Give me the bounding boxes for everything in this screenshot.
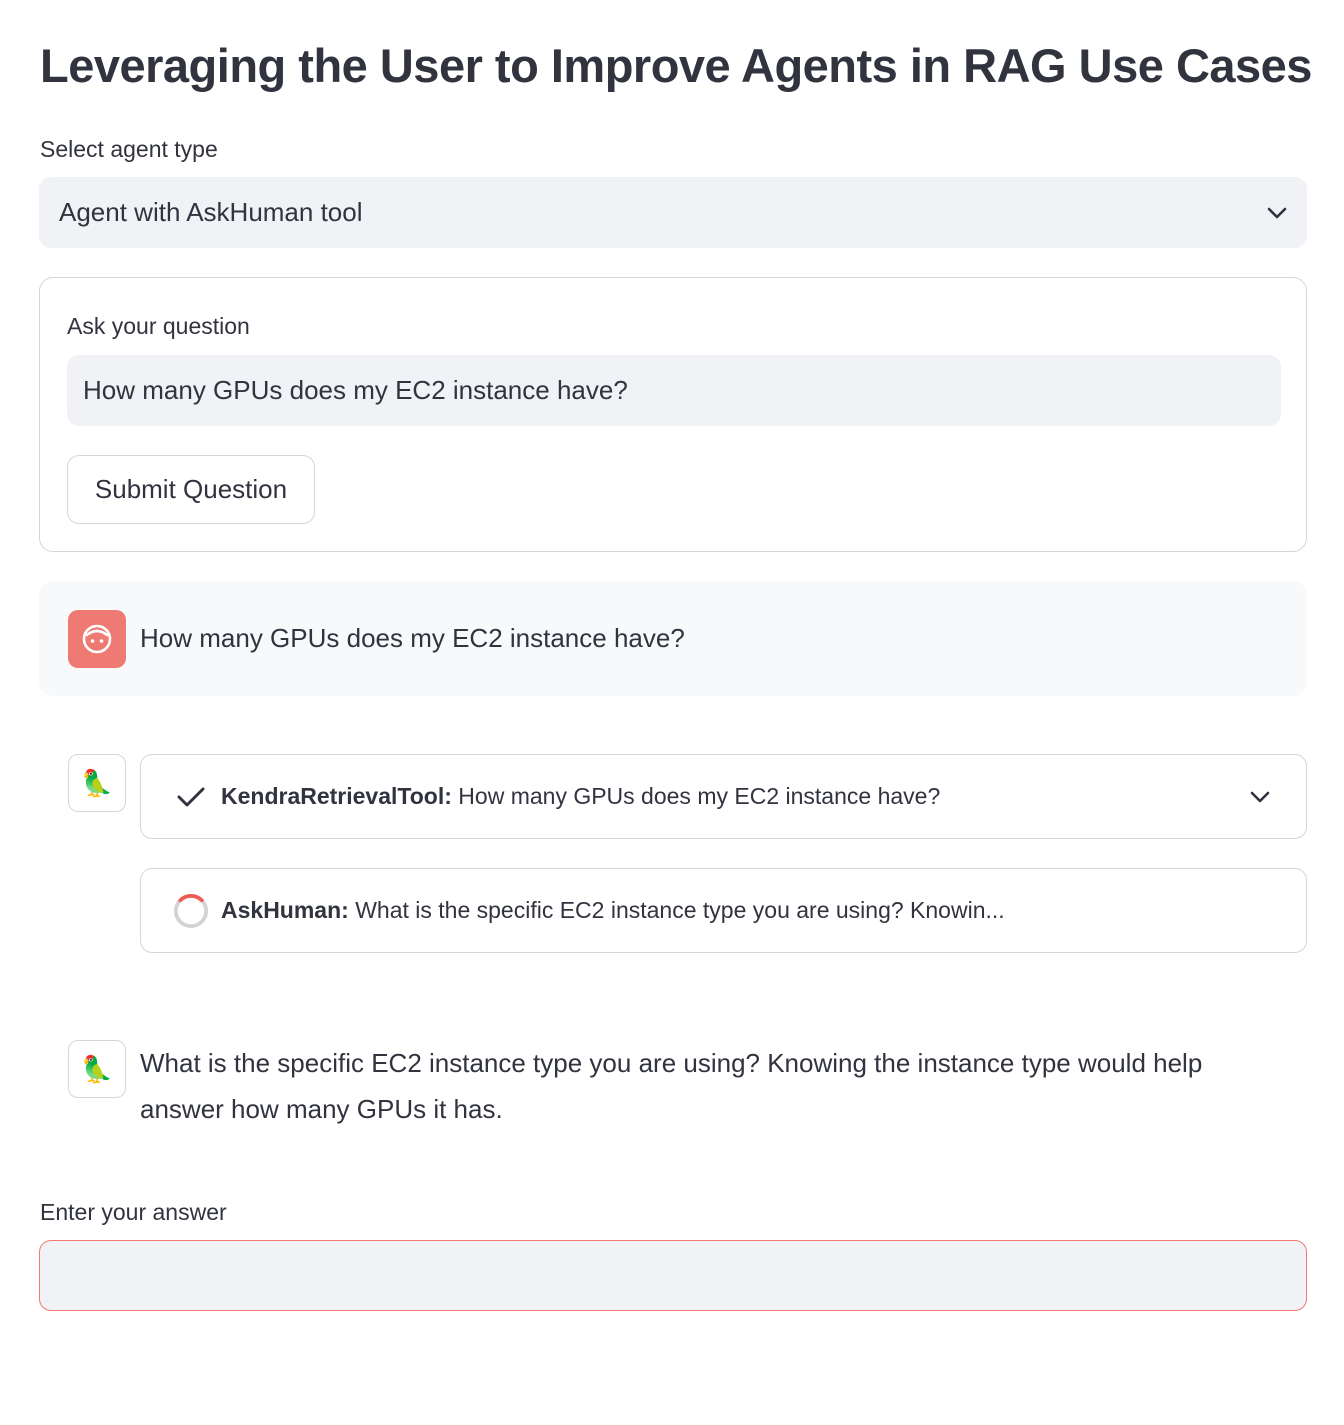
question-input[interactable] (67, 355, 1281, 426)
answer-label: Enter your answer (40, 1199, 227, 1225)
tool-step-askhuman[interactable]: AskHuman: What is the specific EC2 insta… (140, 868, 1307, 953)
question-label: Ask your question (67, 313, 250, 339)
parrot-avatar-icon: 🦜 (68, 754, 126, 812)
agent-select-label: Select agent type (40, 136, 218, 162)
page-title: Leveraging the User to Improve Agents in… (40, 39, 1312, 92)
user-avatar-icon (68, 609, 126, 668)
assistant-message-text: What is the specific EC2 instance type y… (140, 1048, 1203, 1124)
parrot-avatar-icon: 🦜 (68, 1040, 126, 1098)
tool-name: KendraRetrievalTool: (221, 783, 452, 809)
agent-type-selected-value: Agent with AskHuman tool (59, 197, 363, 227)
app-page: Leveraging the User to Improve Agents in… (0, 0, 1344, 1425)
tool-input: What is the specific EC2 instance type y… (348, 897, 1005, 923)
tool-name: AskHuman: (221, 897, 349, 923)
question-form: Ask your question Submit Question (39, 277, 1307, 552)
agent-type-select[interactable]: Agent with AskHuman tool (39, 177, 1307, 248)
tool-step-kendra-text: KendraRetrievalTool: How many GPUs does … (221, 783, 1250, 810)
user-chat-message: How many GPUs does my EC2 instance have? (39, 581, 1307, 696)
answer-input[interactable] (39, 1240, 1307, 1311)
tool-step-kendra[interactable]: KendraRetrievalTool: How many GPUs does … (140, 754, 1307, 839)
chevron-down-icon[interactable] (1250, 787, 1270, 807)
tool-step-askhuman-text: AskHuman: What is the specific EC2 insta… (221, 897, 1270, 924)
tool-input: How many GPUs does my EC2 instance have? (451, 783, 941, 809)
user-message-text: How many GPUs does my EC2 instance have? (140, 623, 685, 653)
submit-question-button[interactable]: Submit Question (67, 455, 315, 524)
loading-spinner-icon (173, 893, 209, 929)
chevron-down-icon (1267, 203, 1287, 223)
checkmark-icon (173, 779, 209, 815)
